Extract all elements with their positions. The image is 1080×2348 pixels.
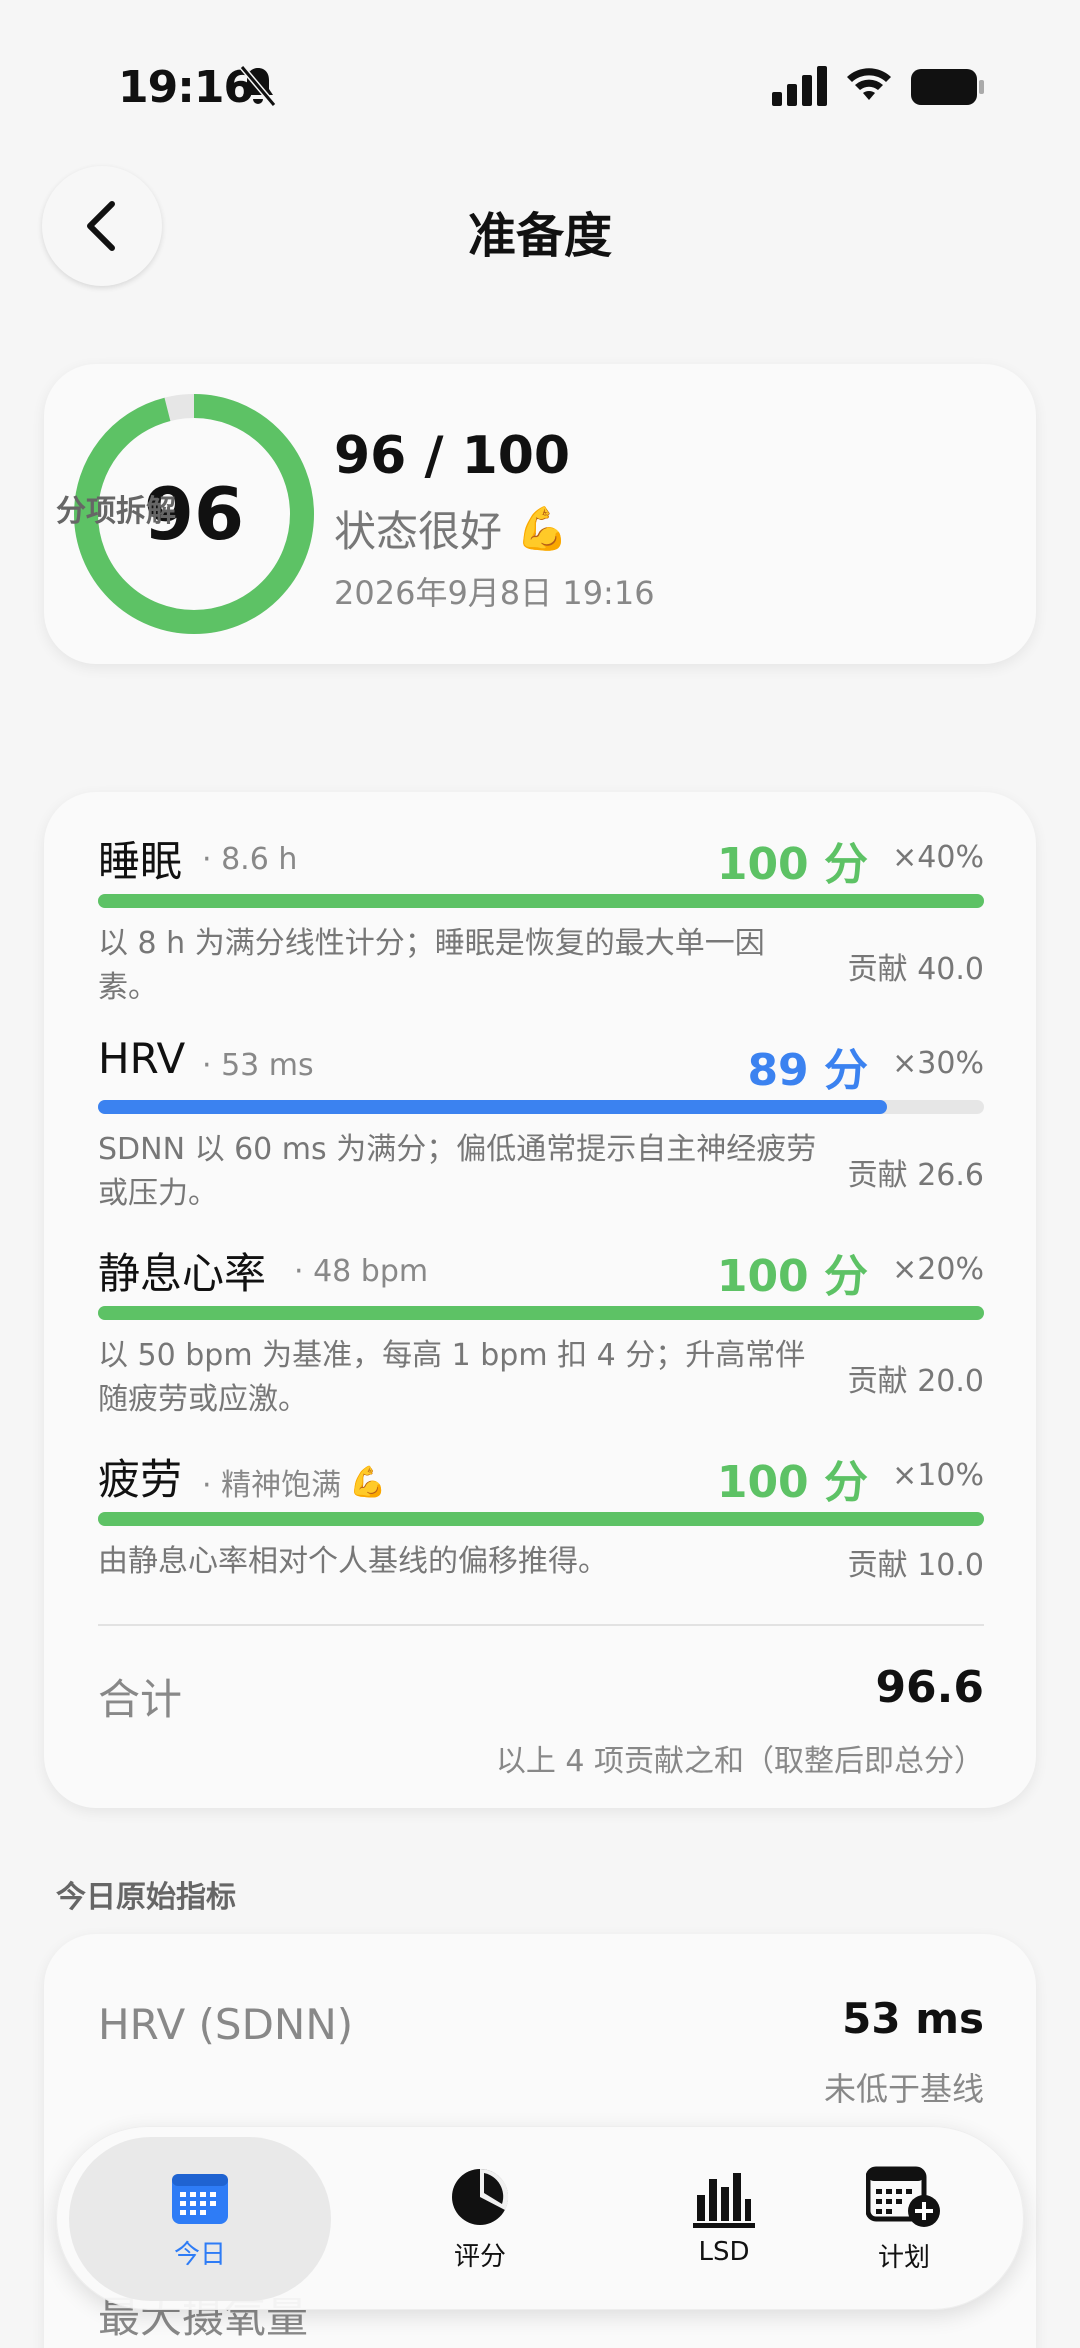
progress-fill: [98, 894, 984, 908]
score-text: 96 / 100: [334, 426, 571, 486]
metric-meta: · 精神饱满: [202, 1468, 342, 1503]
metric-name: 静息心率: [98, 1249, 267, 1298]
tab-score[interactable]: 评分: [359, 2127, 601, 2311]
metric-weight: ×40%: [892, 840, 984, 875]
hrv-note: 未低于基线: [823, 2070, 984, 2108]
status-bar: 19:16: [0, 0, 1080, 120]
metric-description: 以 8 h 为满分线性计分；睡眠是恢复的最大单一因素。: [98, 926, 765, 1005]
total-note: 以上 4 项贡献之和（取整后即总分）: [495, 1744, 984, 1779]
tab-bar: 今日 评分 LSD 计划: [56, 2126, 1024, 2310]
metric-description: 以 50 bpm 为基准，每高 1 bpm 扣 4 分；升高常伴随疲劳或应激。: [98, 1338, 806, 1417]
tab-label: LSD: [698, 2237, 750, 2267]
calendar-icon: [172, 2173, 228, 2224]
battery-icon: [911, 69, 984, 105]
metric-meta: · 53 ms: [202, 1048, 314, 1083]
metric-meta-row: · 精神饱满 💪: [202, 1460, 386, 1504]
tab-plan[interactable]: 计划: [783, 2127, 1025, 2311]
progress-track: [98, 1100, 984, 1114]
metric-description: SDNN 以 60 ms 为满分；偏低通常提示自主神经疲劳或压力。: [98, 1132, 817, 1211]
hrv-label: HRV (SDNN): [98, 2000, 354, 2049]
progress-track: [98, 1306, 984, 1320]
pie-chart-icon: [452, 2168, 509, 2225]
signal-icon: [772, 66, 827, 106]
progress-fill: [98, 1100, 887, 1114]
page-title: 准备度: [467, 208, 612, 264]
calendar-add-icon: [866, 2166, 940, 2227]
metric-score: 100 分: [716, 1457, 868, 1508]
metric-meta: · 8.6 h: [202, 842, 298, 877]
metric-description: 由静息心率相对个人基线的偏移推得。: [98, 1544, 608, 1579]
metric-contribution: 贡献 10.0: [847, 1548, 984, 1583]
timestamp: 2026年9月8日 19:16: [334, 574, 655, 612]
metric-weight: ×10%: [892, 1458, 984, 1493]
readiness-page: 19:16 准备度 96 96 / 100 状态很好 💪 2026年9月8日 1…: [0, 0, 1080, 2348]
tab-label: 今日: [173, 2239, 226, 2270]
total-value: 96.6: [875, 1662, 984, 1713]
wifi-icon: [847, 68, 891, 100]
progress-track: [98, 1512, 984, 1526]
flexed-biceps-icon: 💪: [516, 503, 569, 553]
metric-weight: ×20%: [892, 1252, 984, 1287]
metric-name: HRV: [98, 1034, 186, 1083]
total-label: 合计: [98, 1675, 183, 1724]
flexed-biceps-icon: 💪: [349, 1464, 387, 1500]
raw-metrics-section-label: 今日原始指标: [56, 1880, 236, 1915]
metric-name: 疲劳: [98, 1455, 183, 1504]
metric-contribution: 贡献 40.0: [847, 952, 984, 987]
readiness-summary-card: 96 96 / 100 状态很好 💪 2026年9月8日 19:16: [44, 364, 1036, 664]
metric-score: 100 分: [716, 1251, 868, 1302]
divider: [98, 1624, 984, 1626]
metric-contribution: 贡献 26.6: [847, 1158, 984, 1193]
progress-fill: [98, 1512, 984, 1526]
metric-score: 100 分: [716, 839, 868, 890]
breakdown-section-label: 分项拆解: [56, 494, 176, 529]
silent-bell-icon: [239, 65, 277, 107]
metric-name: 睡眠: [98, 837, 183, 886]
bar-chart-icon: [693, 2173, 755, 2228]
progress-track: [98, 894, 984, 908]
hrv-value: 53 ms: [842, 1994, 984, 2043]
metric-score: 89 分: [747, 1045, 868, 1096]
tab-label: 评分: [453, 2241, 506, 2272]
metric-contribution: 贡献 20.0: [847, 1364, 984, 1399]
tab-today[interactable]: 今日: [69, 2137, 331, 2301]
status-text: 状态很好: [334, 507, 503, 556]
status-time: 19:16: [118, 62, 254, 113]
metric-meta: · 48 bpm: [294, 1254, 429, 1289]
tab-label: 计划: [877, 2242, 930, 2273]
status-row: 状态很好 💪: [334, 498, 568, 559]
progress-fill: [98, 1306, 984, 1320]
metric-weight: ×30%: [892, 1046, 984, 1081]
breakdown-card: 睡眠 · 8.6 h 100 分 ×40% 以 8 h 为满分线性计分；睡眠是恢…: [44, 792, 1036, 1808]
